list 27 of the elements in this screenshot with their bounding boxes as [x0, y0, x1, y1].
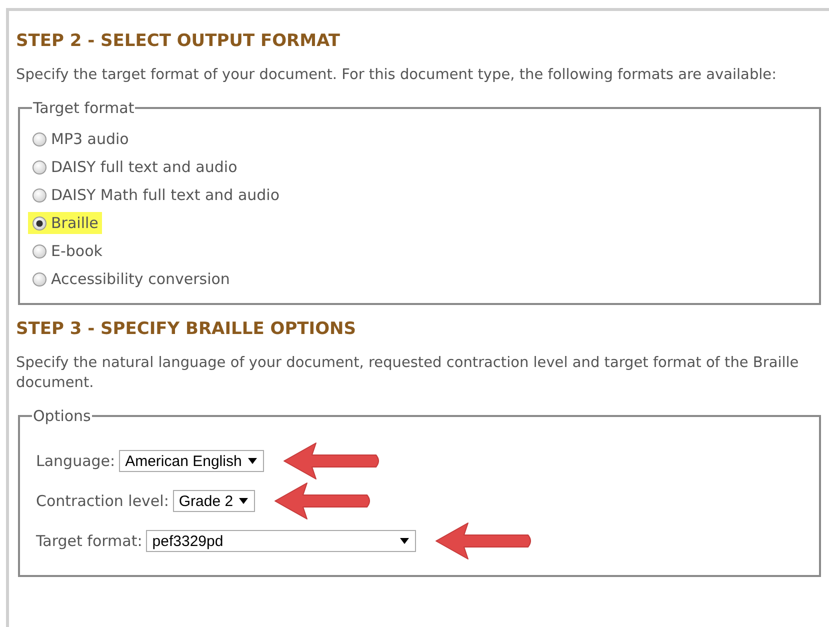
dropdown[interactable]: pef3329pd [146, 530, 416, 552]
caret-icon [239, 498, 248, 504]
radio-button[interactable] [32, 160, 47, 174]
field-label: Contraction level: [36, 492, 169, 510]
group-legend: Target format [32, 99, 136, 117]
option-label[interactable]: MP3 audio [51, 130, 129, 148]
instruction-text: Specify the target format of your document. For this document type, the following formats are available: [16, 66, 778, 85]
option-label[interactable]: DAISY full text and audio [51, 158, 238, 176]
instruction-text: Specify the natural language of your document, requested contraction level and target format of the Braille document. [16, 354, 800, 393]
radio-button[interactable] [32, 216, 47, 230]
radio-button[interactable] [32, 132, 47, 146]
dropdown[interactable]: American English [119, 450, 264, 472]
radio-button[interactable] [32, 244, 47, 258]
option-label[interactable]: Braille [51, 214, 98, 232]
field-label: Target format: [36, 532, 142, 550]
radio-button[interactable] [32, 272, 47, 286]
step-heading: STEP 2 - SELECT OUTPUT FORMAT [16, 31, 341, 51]
option-label[interactable]: E-book [51, 242, 102, 260]
radio-button[interactable] [32, 188, 47, 202]
option-label[interactable]: DAISY Math full text and audio [51, 186, 280, 204]
dropdown[interactable]: Grade 2 [172, 490, 256, 512]
option-label[interactable]: Accessibility conversion [51, 270, 230, 288]
step-heading: STEP 3 - SPECIFY BRAILLE OPTIONS [16, 319, 357, 339]
group-legend: Options [32, 407, 92, 425]
field-label: Language: [36, 452, 116, 470]
caret-icon [248, 458, 257, 464]
caret-icon [400, 538, 410, 544]
